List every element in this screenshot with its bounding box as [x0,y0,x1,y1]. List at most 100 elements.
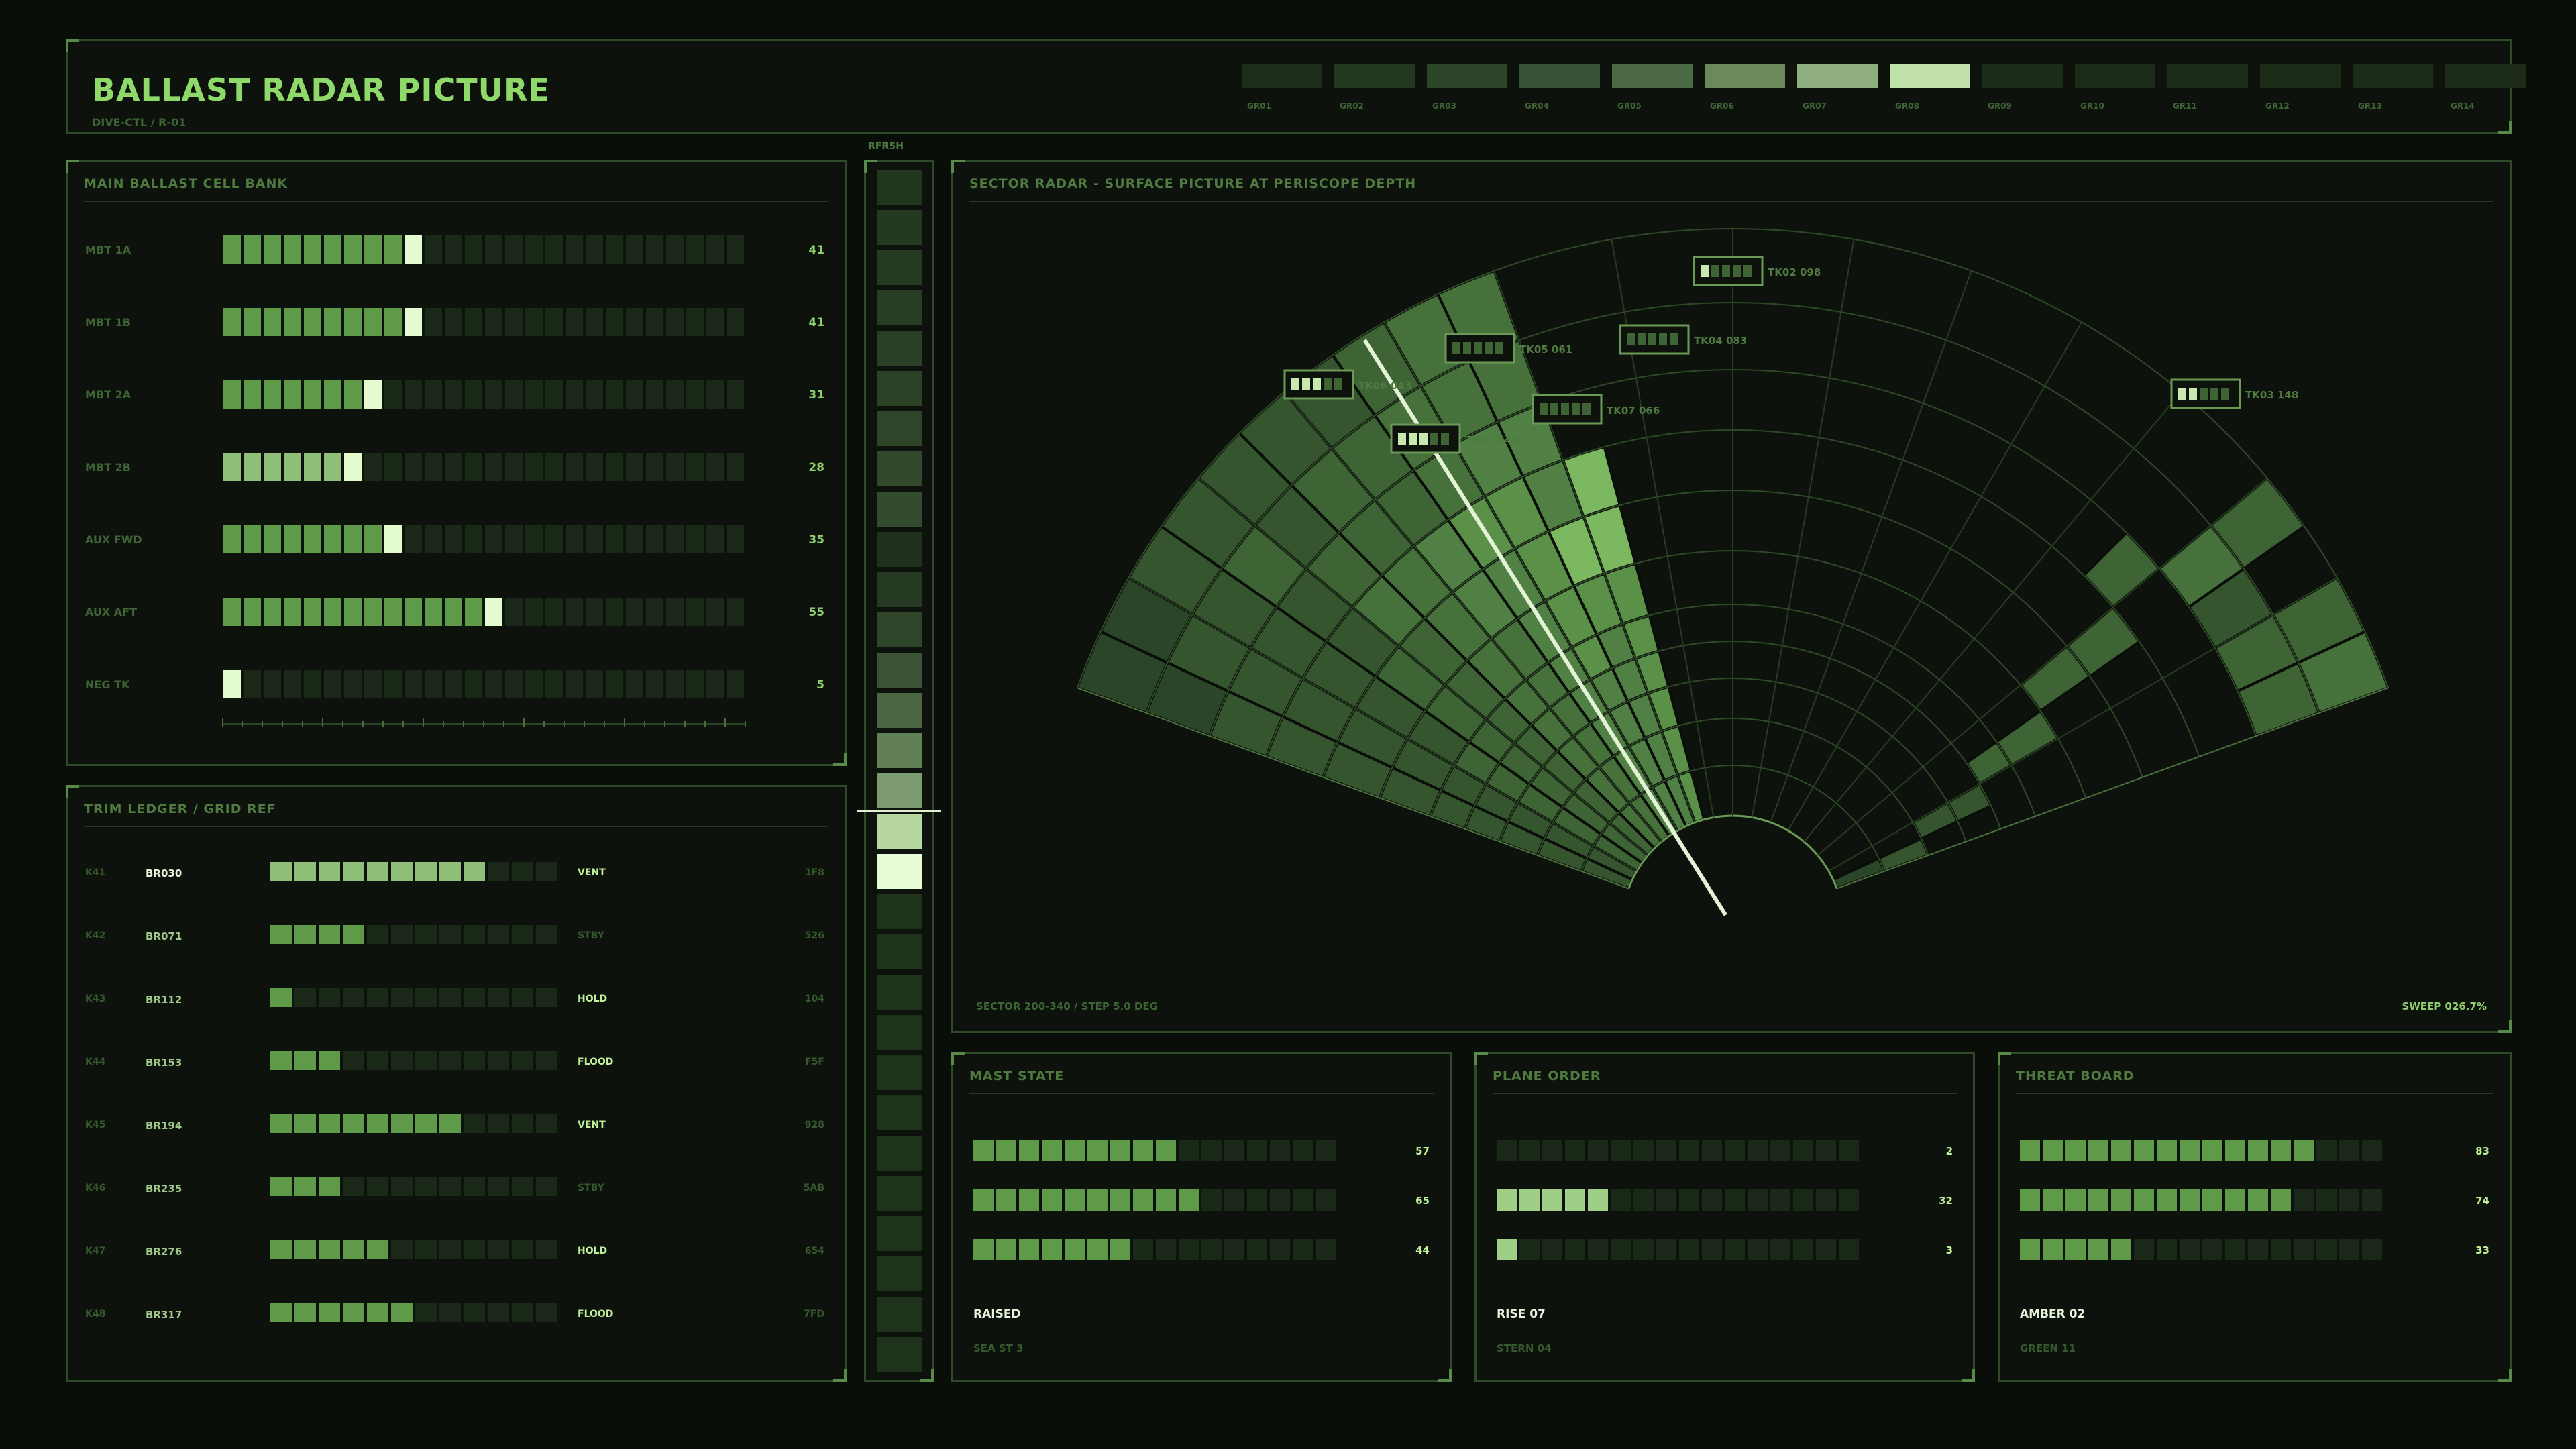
ballast-cell [626,235,643,264]
threat-row[interactable]: 33 [2000,1239,2510,1262]
mast-cell [973,1189,994,1211]
plane-row[interactable]: 3 [1477,1239,1973,1262]
contact-strength-cell [1659,333,1667,345]
ballast-cell [646,598,663,626]
ballast-cell [586,380,603,409]
plane-row[interactable]: 32 [1477,1189,1973,1212]
refresh-cell [877,1256,922,1291]
mast-cell [1087,1189,1108,1211]
ballast-row[interactable]: MBT 1A 41 [68,235,845,265]
trim-row[interactable]: K48 BR317 FLOOD 7FD [68,1303,845,1326]
threat-row[interactable]: 74 [2000,1189,2510,1212]
refresh-cell [877,612,922,647]
mast-row[interactable]: 57 [953,1140,1450,1163]
threat-cell [2202,1140,2222,1161]
trim-row[interactable]: K44 BR153 FLOOD F5F [68,1051,845,1074]
refresh-cell [877,693,922,728]
trim-cell [294,1114,316,1133]
radar-contact[interactable]: TK05 061 [1444,333,1572,364]
trim-cell [319,1051,340,1070]
threat-cell [2248,1189,2268,1211]
ballast-axis [222,718,746,727]
trim-cell [439,925,461,944]
ballast-row[interactable]: MBT 2A 31 [68,380,845,410]
trim-cell [415,988,437,1007]
scale-swatch [2260,64,2341,88]
ballast-cell [727,380,744,409]
contact-strength-cell [1701,265,1709,277]
ballast-row[interactable]: NEG TK 5 [68,670,845,700]
radar-display[interactable]: TK02 098 TK05 061 TK04 083 TK06 043 TK07 066… [953,162,2510,1031]
mast-cell [1247,1189,1267,1211]
plane-cell [1519,1140,1540,1161]
mast-cell [1201,1189,1222,1211]
mast-row[interactable]: 65 [953,1189,1450,1212]
refresh-column [864,160,934,1382]
ballast-cell [425,525,442,553]
trim-cell [512,862,533,881]
contact-strength-cell [1334,378,1342,390]
radar-contact[interactable]: TK03 148 [2170,378,2298,409]
trim-row[interactable]: K45 BR194 VENT 928 [68,1114,845,1137]
contact-label: TK05 061 [1519,343,1572,356]
trim-panel: TRIM LEDGER / GRID REF K41 BR030 VENT 1F8 K4… [66,785,847,1382]
contact-strength-cell [1550,403,1558,415]
refresh-cell [877,773,922,808]
scale-swatch [1797,64,1878,88]
trim-cell [367,1177,388,1196]
plane-row[interactable]: 2 [1477,1140,1973,1163]
trim-cell [343,1177,364,1196]
trim-cell [343,1303,364,1322]
ballast-row[interactable]: MBT 1B 41 [68,308,845,337]
mast-row[interactable]: 44 [953,1239,1450,1262]
trim-row[interactable]: K43 BR112 HOLD 104 [68,988,845,1011]
trim-row[interactable]: K46 BR235 STBY 5AB [68,1177,845,1200]
plane-cell [1497,1239,1517,1260]
ballast-cell [626,598,643,626]
refresh-marker[interactable] [857,810,941,812]
trim-row-id: K48 [85,1309,106,1320]
ballast-cell [485,670,502,698]
ballast-cell [445,235,462,264]
trim-row[interactable]: K42 BR071 STBY 526 [68,925,845,948]
plane-cell [1611,1239,1631,1260]
contact-strength-cell [1722,265,1730,277]
ballast-row[interactable]: AUX FWD 35 [68,525,845,555]
radar-contact[interactable]: TK02 098 [1693,256,1821,286]
trim-cell [391,1114,413,1133]
ballast-cell [646,670,663,698]
plane-cell [1770,1189,1790,1211]
refresh-cell [877,733,922,768]
trim-cell [512,925,533,944]
ballast-cell [244,453,261,481]
contact-label: TK07 066 [1607,405,1660,417]
mast-cell [1179,1239,1199,1260]
trim-cell [536,1114,557,1133]
threat-cell [2111,1189,2131,1211]
radar-contact[interactable]: TK07 066 [1532,394,1660,425]
ballast-cell [606,598,623,626]
plane-cell [1702,1140,1722,1161]
ballast-row[interactable]: AUX AFT 55 [68,598,845,627]
trim-row[interactable]: K47 BR276 HOLD 654 [68,1240,845,1263]
plane-cell [1656,1239,1676,1260]
ballast-cell [304,525,321,553]
plane-cell [1793,1189,1813,1211]
trim-row[interactable]: K41 BR030 VENT 1F8 [68,862,845,885]
trim-cell [536,1177,557,1196]
radar-cell [2082,531,2161,610]
scale-label: GR13 [2358,101,2382,111]
ballast-cell [727,235,744,264]
radar-contact[interactable]: TK04 083 [1619,324,1747,355]
trim-row-code: 928 [804,1120,824,1130]
threat-cell [2088,1239,2108,1260]
ballast-cell [566,453,583,481]
ballast-cell [344,380,362,409]
ballast-row[interactable]: MBT 2B 28 [68,453,845,482]
ballast-cell [586,598,603,626]
ballast-cell [545,235,563,264]
threat-row[interactable]: 83 [2000,1140,2510,1163]
ballast-cell [324,670,341,698]
trim-cell [270,1240,292,1259]
ballast-cell [364,380,382,409]
